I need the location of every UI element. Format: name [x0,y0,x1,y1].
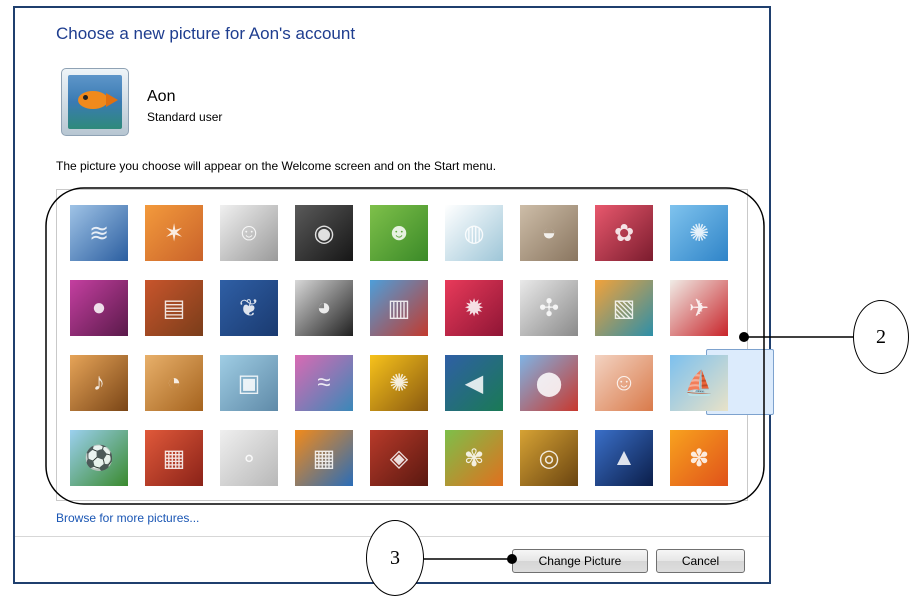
green-ball-icon: ● [91,294,107,321]
jacks-icon: ✣ [538,294,560,322]
red-star-icon: ✹ [463,294,485,322]
picture-roller-coaster[interactable]: ≋ [70,205,128,261]
picture-pomeranian[interactable]: ◔ [145,355,203,411]
picture-sailboat[interactable]: ⛵ [670,355,728,411]
callout-3: 3 [366,520,424,596]
change-picture-button[interactable]: Change Picture [512,549,648,573]
roller-coaster-icon: ≋ [88,219,110,247]
picture-record-player[interactable]: ◉ [295,205,353,261]
fish-icon: ◀ [464,369,484,397]
dialog-title: Choose a new picture for Aon's account [56,24,356,43]
orange-daisy-icon: ✽ [688,444,710,472]
dog-icon: ◕ [316,294,332,321]
picture-guitar[interactable]: ♪ [70,355,128,411]
picture-soccer-ball[interactable]: ⚽ [70,430,128,486]
pink-flower-icon: ✿ [613,219,635,247]
picture-description: The picture you choose will appear on th… [56,159,497,173]
cancel-button[interactable]: Cancel [656,549,745,573]
ferris-wheel-icon: ✺ [688,219,710,247]
sailboat-icon: ⛵ [684,369,714,397]
picture-orange-daisy[interactable]: ✽ [670,430,728,486]
crayons-icon: ▥ [387,294,411,322]
fabric-rolls-icon: ▤ [162,294,186,322]
fish-picture-icon [68,75,122,129]
picture-sunflower[interactable]: ✺ [370,355,428,411]
picture-ferris-wheel[interactable]: ✺ [670,205,728,261]
browse-more-pictures-link[interactable]: Browse for more pictures... [56,511,199,525]
rug-icon: ◈ [389,444,409,472]
paper-crane-icon: ✈ [688,294,710,322]
soccer-ball-icon: ⚽ [84,444,114,472]
guitar-icon: ♪ [93,369,105,396]
picture-jacks[interactable]: ✣ [520,280,578,336]
picture-crayons[interactable]: ▥ [370,280,428,336]
hot-air-balloon-icon: ⬤ [535,369,563,397]
picture-starfish[interactable]: ✶ [145,205,203,261]
picture-red-fabric[interactable]: ▦ [145,430,203,486]
window-icon: ▦ [312,444,336,472]
picture-lighthouse[interactable]: ▲ [595,430,653,486]
starfish-icon: ✶ [163,219,185,247]
yellow-leaf-icon: ❦ [238,294,260,322]
spinning-top-icon: ◍ [463,219,485,247]
picture-scarf[interactable]: ≈ [295,355,353,411]
user-name: Aon [147,88,176,105]
picture-doll[interactable]: ☺ [595,355,653,411]
record-player-icon: ◉ [313,219,335,247]
picture-hot-air-balloon[interactable]: ⬤ [520,355,578,411]
kitten-icon: ◒ [541,219,557,246]
picture-fabric-rolls[interactable]: ▤ [145,280,203,336]
picture-grid[interactable]: ≋ ✶ ☺ ◉ ☻ ◍ ◒ ✿ ✺ ● ▤ ❦ ◕ ▥ ✹ ✣ ▧ ✈ ♪ ◔ ▣ ≈ ✺ ◀ ⬤ ☺ ⛵ ⚽ ▦ ∘ ▦ ◈ ✾ ◎ ▲ ✽ [56,189,774,501]
current-user-picture [61,68,129,136]
stairs-icon: ▧ [612,294,636,322]
picture-yellow-leaf[interactable]: ❦ [220,280,278,336]
picture-green-ball[interactable]: ● [70,280,128,336]
butterfly-icon: ✾ [463,444,485,472]
red-fabric-icon: ▦ [162,444,186,472]
spiral-icon: ◎ [538,444,560,472]
robot-toy-icon: ☺ [236,219,262,246]
picture-marbles[interactable]: ∘ [220,430,278,486]
picture-tin-robot[interactable]: ▣ [220,355,278,411]
lucky-cat-icon: ☻ [386,219,412,246]
picture-stairs[interactable]: ▧ [595,280,653,336]
scarf-icon: ≈ [317,369,331,396]
picture-butterfly[interactable]: ✾ [445,430,503,486]
picture-window[interactable]: ▦ [295,430,353,486]
tin-robot-icon: ▣ [237,369,261,397]
picture-lucky-cat[interactable]: ☻ [370,205,428,261]
pomeranian-icon: ◔ [166,369,182,396]
picture-red-star[interactable]: ✹ [445,280,503,336]
callout-2: 2 [853,300,909,374]
choose-picture-dialog: Choose a new picture for Aon's account A… [13,6,774,584]
picture-paper-crane[interactable]: ✈ [670,280,728,336]
marbles-icon: ∘ [241,444,257,472]
picture-rug[interactable]: ◈ [370,430,428,486]
picture-robot-toy[interactable]: ☺ [220,205,278,261]
picture-dog[interactable]: ◕ [295,280,353,336]
sunflower-icon: ✺ [388,369,410,397]
picture-spinning-top[interactable]: ◍ [445,205,503,261]
picture-fish[interactable]: ◀ [445,355,503,411]
picture-kitten[interactable]: ◒ [520,205,578,261]
doll-icon: ☺ [611,369,637,396]
picture-pink-flower[interactable]: ✿ [595,205,653,261]
user-account-type: Standard user [147,110,223,124]
picture-spiral[interactable]: ◎ [520,430,578,486]
lighthouse-icon: ▲ [612,444,636,471]
